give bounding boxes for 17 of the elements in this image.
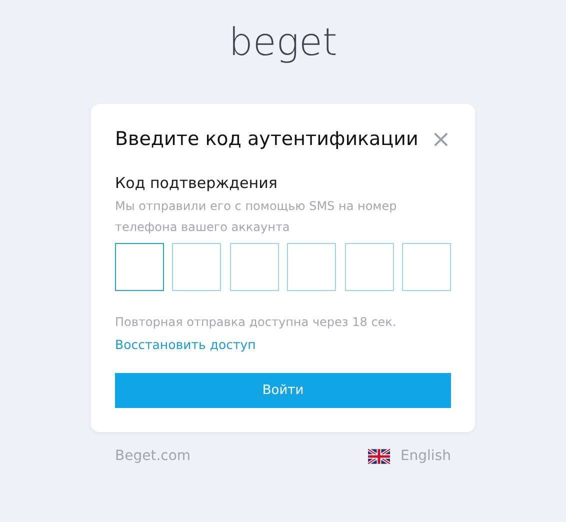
code-input-field[interactable] — [230, 243, 279, 291]
code-input-field[interactable] — [402, 243, 451, 291]
dialog-title: Введите код аутентификации — [115, 128, 418, 150]
code-input-field[interactable] — [115, 243, 164, 291]
login-button[interactable]: Войти — [115, 373, 451, 408]
hint-text: Мы отправили его с помощью SMS на номер телефона вашего аккаунта — [115, 198, 398, 236]
uk-flag-icon — [368, 448, 390, 464]
resend-note: Повторная отправка доступна через 18 сек. — [115, 315, 398, 329]
close-button[interactable]: × — [430, 128, 451, 150]
field-label: Код подтверждения — [115, 174, 278, 192]
logo: beget — [228, 19, 338, 66]
code-input-field[interactable] — [344, 243, 394, 291]
site-link[interactable]: Beget.com — [115, 448, 191, 464]
language-link[interactable]: English — [400, 448, 451, 464]
code-input-field[interactable] — [287, 243, 336, 291]
code-input-field[interactable] — [172, 243, 222, 291]
restore-access-link[interactable]: Восстановить доступ — [115, 337, 256, 352]
